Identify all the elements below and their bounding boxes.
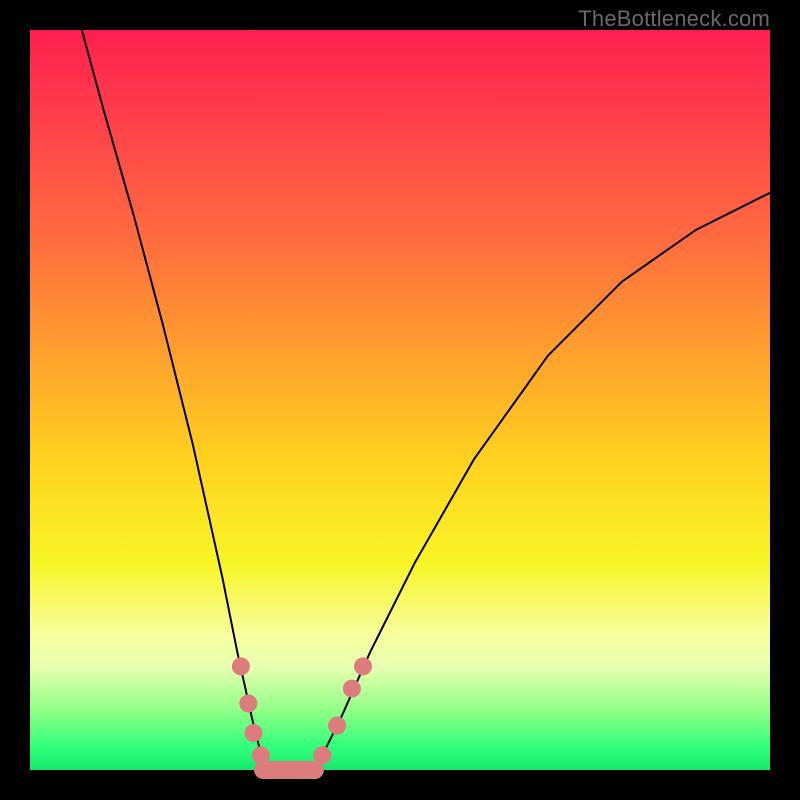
- data-marker: [295, 761, 313, 779]
- bottleneck-curve: [82, 30, 770, 770]
- curve-layer: [82, 30, 770, 770]
- chart-plot-area: [30, 30, 770, 770]
- data-marker: [354, 657, 372, 675]
- data-marker: [252, 746, 270, 764]
- data-marker: [239, 694, 257, 712]
- chart-svg: [30, 30, 770, 770]
- data-marker: [328, 717, 346, 735]
- data-marker: [343, 680, 361, 698]
- data-marker: [313, 746, 331, 764]
- chart-frame: TheBottleneck.com: [0, 0, 800, 800]
- data-marker: [244, 724, 262, 742]
- watermark-text: TheBottleneck.com: [578, 6, 770, 32]
- data-marker: [232, 657, 250, 675]
